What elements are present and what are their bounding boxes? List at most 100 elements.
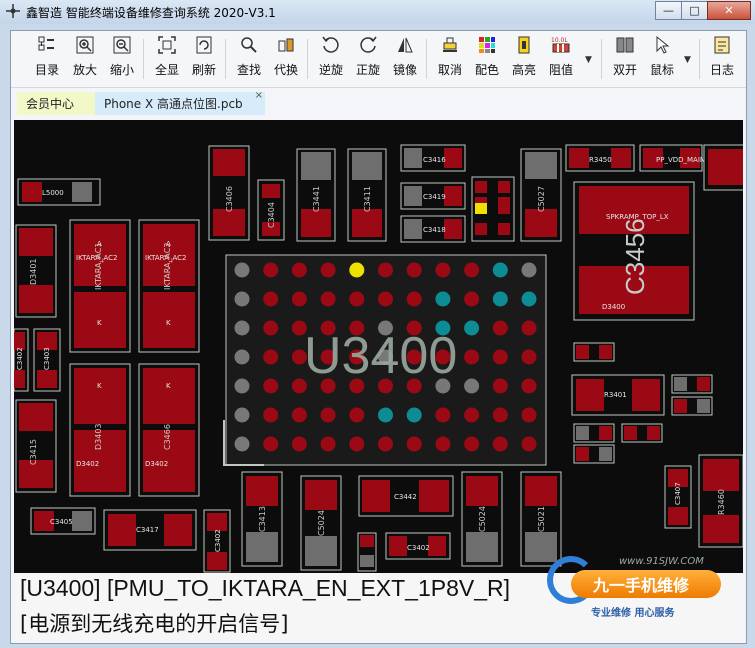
component-c3456[interactable]: D3401 — [15, 224, 57, 318]
bga-ball[interactable] — [464, 378, 480, 394]
bga-ball[interactable] — [234, 320, 250, 336]
component-d3403[interactable]: K D3402 C3466 — [138, 363, 200, 497]
bga-ball[interactable] — [492, 378, 508, 394]
toolbar-zoom-out-button[interactable]: 缩小 — [110, 35, 134, 83]
close-button[interactable]: ✕ — [707, 1, 751, 20]
component-c3404[interactable]: C3404 — [257, 179, 285, 241]
bga-ball[interactable] — [378, 262, 393, 278]
component-c3412[interactable]: C5024 — [300, 475, 342, 571]
bga-ball[interactable] — [378, 436, 393, 452]
bga-ball[interactable] — [464, 320, 480, 336]
bga-ball[interactable] — [464, 436, 480, 452]
toolbar-rotate-cw-button[interactable]: 正旋 — [356, 35, 380, 83]
bga-ball[interactable] — [320, 262, 336, 278]
bga-ball[interactable] — [492, 407, 508, 423]
bga-ball[interactable] — [320, 436, 336, 452]
component-small-right-3[interactable] — [671, 396, 713, 416]
bga-ball[interactable] — [406, 262, 422, 278]
component-small-right-2[interactable] — [671, 374, 713, 394]
bga-ball[interactable] — [435, 436, 451, 452]
toolbar-fit-button[interactable]: 全显 — [155, 35, 179, 83]
tab-member-center[interactable]: 会员中心 — [17, 92, 95, 115]
bga-ball[interactable] — [464, 349, 480, 365]
component-small-right-1[interactable] — [573, 342, 615, 362]
bga-ball[interactable] — [492, 320, 508, 336]
bga-ball[interactable] — [521, 349, 537, 365]
bga-ball[interactable] — [349, 407, 365, 423]
bga-ball[interactable] — [263, 378, 279, 394]
component-c5021[interactable]: C3407 — [664, 465, 692, 529]
component-c5024[interactable]: R3460 — [698, 454, 743, 548]
component-r3401[interactable]: C3442 — [358, 475, 454, 517]
component-l5000[interactable]: SPKRAMP_TOP_LX D3400 C3456 — [573, 181, 695, 321]
bga-ball[interactable] — [406, 436, 422, 452]
bga-ball[interactable] — [406, 407, 422, 423]
component-d3402[interactable]: K D3402 D3403 — [69, 363, 131, 497]
component-c3403[interactable]: C3403 — [33, 328, 61, 392]
component-c3419[interactable]: C3419 — [400, 182, 466, 210]
bga-ball[interactable] — [521, 320, 537, 336]
bga-ball[interactable] — [435, 407, 451, 423]
bga-ball[interactable] — [349, 262, 365, 278]
toolbar-rotate-ccw-button[interactable]: 逆旋 — [319, 35, 343, 83]
pcb-canvas[interactable]: .r{fill:#9b0a14;} .g{fill:#6e6e6e;} .o{f… — [14, 120, 743, 573]
component-c3411[interactable]: C3411 — [347, 148, 387, 242]
bga-ball[interactable] — [263, 436, 279, 452]
toolbar-find-button[interactable]: 查找 — [237, 35, 261, 83]
bga-ball[interactable] — [320, 291, 336, 307]
bga-ball[interactable] — [320, 407, 336, 423]
bga-ball[interactable] — [234, 407, 250, 423]
component-d3400[interactable]: A K IKTARA_AC2 IKTARA_AC1 — [69, 219, 131, 353]
bga-ball[interactable] — [435, 291, 451, 307]
toolbar-resistance-button[interactable]: 10.0L 阻值 — [549, 35, 573, 83]
bga-ball[interactable] — [492, 262, 508, 278]
bga-ball[interactable] — [521, 378, 537, 394]
toolbar-zoom-in-button[interactable]: 放大 — [73, 35, 97, 83]
bga-ball[interactable] — [464, 291, 480, 307]
bga-ball[interactable] — [521, 262, 537, 278]
bga-ball[interactable] — [234, 436, 250, 452]
bga-ball[interactable] — [492, 349, 508, 365]
resistance-dropdown-caret[interactable]: ▼ — [585, 55, 592, 65]
bga-ball[interactable] — [263, 407, 279, 423]
component-c5027[interactable]: C5027 — [520, 148, 562, 242]
maximize-button[interactable]: □ — [681, 1, 708, 20]
component-small-test-pads[interactable] — [471, 176, 515, 242]
toolbar-color-button[interactable]: 配色 — [475, 35, 499, 83]
component-c3441[interactable]: C3441 — [296, 148, 336, 242]
component-c3405[interactable]: C3402 — [203, 509, 231, 573]
bga-ball[interactable] — [291, 436, 307, 452]
component-c3415[interactable]: R3401 — [571, 374, 665, 416]
component-small-right-5[interactable] — [621, 423, 663, 443]
component-c3417[interactable]: C3402 — [385, 532, 451, 560]
bga-ball[interactable] — [521, 436, 537, 452]
bga-ball[interactable] — [378, 407, 393, 423]
component-r3450[interactable]: L5000 — [17, 178, 101, 206]
component-c3402[interactable]: C3402 — [14, 328, 29, 392]
bga-ball[interactable] — [234, 349, 250, 365]
bga-ball[interactable] — [406, 291, 422, 307]
bga-ball[interactable] — [492, 291, 508, 307]
component-c3466[interactable]: C3415 — [15, 399, 57, 493]
pcb-board-view[interactable]: .r{fill:#9b0a14;} .g{fill:#6e6e6e;} .o{f… — [14, 120, 743, 573]
component-r3460[interactable]: C3405 — [30, 507, 96, 535]
toolbar-refresh-button[interactable]: 刷新 — [192, 35, 216, 83]
toolbar-split-button[interactable]: 双开 — [613, 35, 637, 83]
bga-ball[interactable] — [464, 262, 480, 278]
component-c3440[interactable]: C3413 — [241, 471, 283, 567]
component-c3407[interactable]: C3417 — [103, 509, 197, 551]
bga-ball[interactable] — [263, 320, 279, 336]
toolbar-catalog-button[interactable]: 目录 — [35, 35, 59, 83]
component-small-right-4[interactable] — [573, 423, 615, 443]
component-r3406[interactable]: R3450 — [565, 144, 635, 172]
bga-ball[interactable] — [378, 291, 393, 307]
mouse-dropdown-caret[interactable]: ▼ — [684, 55, 691, 65]
toolbar-mirror-button[interactable]: 镜像 — [393, 35, 417, 83]
bga-ball[interactable] — [492, 436, 508, 452]
bga-ball[interactable] — [435, 262, 451, 278]
toolbar-mouse-button[interactable]: 鼠标 — [650, 35, 674, 83]
component-c3416[interactable]: C3416 — [400, 144, 466, 172]
component-c3442[interactable]: C5024 — [461, 471, 503, 567]
component-small-bottom[interactable] — [357, 532, 377, 572]
tab-pcb-file[interactable]: Phone X 高通点位图.pcb × — [95, 90, 265, 115]
